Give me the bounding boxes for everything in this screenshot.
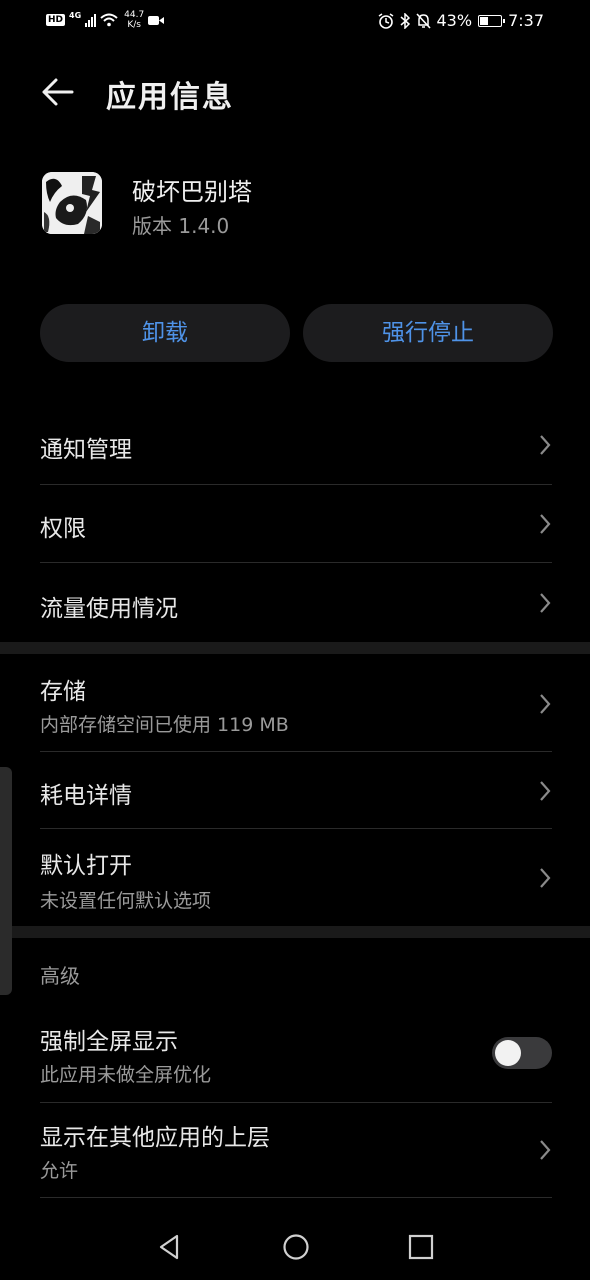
status-left: HD 4G 44.7 K/s bbox=[46, 10, 165, 30]
nav-recents-icon[interactable] bbox=[406, 1232, 436, 1262]
network-speed: 44.7 K/s bbox=[124, 10, 144, 30]
divider bbox=[40, 828, 552, 829]
navigation-bar bbox=[0, 1212, 590, 1280]
row-title: 存储 bbox=[40, 679, 86, 705]
side-scroll-handle[interactable] bbox=[0, 767, 12, 995]
row-title: 耗电详情 bbox=[40, 783, 132, 809]
row-title: 权限 bbox=[40, 516, 86, 542]
hd-badge: HD bbox=[46, 14, 66, 26]
app-bar: 应用信息 bbox=[0, 60, 590, 124]
video-icon bbox=[148, 15, 165, 25]
row-title: 流量使用情况 bbox=[40, 596, 178, 622]
mute-icon bbox=[415, 12, 431, 29]
bluetooth-icon bbox=[400, 12, 410, 29]
row-subtitle: 此应用未做全屏优化 bbox=[40, 1064, 212, 1086]
alarm-icon bbox=[378, 12, 393, 29]
status-bar: HD 4G 44.7 K/s 43% 7:37 bbox=[0, 0, 590, 44]
settings-row-force-fullscreen[interactable]: 强制全屏显示 此应用未做全屏优化 bbox=[40, 1012, 552, 1100]
wifi-icon bbox=[100, 13, 118, 27]
row-title: 显示在其他应用的上层 bbox=[40, 1125, 270, 1151]
status-right: 43% 7:37 bbox=[378, 11, 544, 30]
row-subtitle: 未设置任何默认选项 bbox=[40, 890, 212, 912]
uninstall-button[interactable]: 卸载 bbox=[40, 304, 290, 362]
battery-percent: 43% bbox=[436, 11, 473, 30]
nav-back-icon[interactable] bbox=[155, 1232, 185, 1262]
divider bbox=[40, 1102, 552, 1103]
row-subtitle: 允许 bbox=[40, 1160, 79, 1182]
chevron-right-icon bbox=[540, 1140, 551, 1160]
settings-row-display-over-apps[interactable]: 显示在其他应用的上层 允许 bbox=[40, 1108, 552, 1196]
clock: 7:37 bbox=[508, 11, 544, 30]
row-subtitle: 内部存储空间已使用 119 MB bbox=[40, 714, 289, 736]
divider bbox=[40, 1197, 552, 1198]
section-header-advanced: 高级 bbox=[40, 964, 80, 988]
fullscreen-toggle[interactable] bbox=[492, 1037, 552, 1069]
settings-row-permissions[interactable]: 权限 bbox=[40, 499, 552, 563]
speed-value: 44.7 bbox=[124, 10, 145, 20]
settings-row-data-usage[interactable]: 流量使用情况 bbox=[40, 577, 552, 641]
settings-row-battery[interactable]: 耗电详情 bbox=[40, 760, 552, 826]
settings-row-open-by-default[interactable]: 默认打开 未设置任何默认选项 bbox=[40, 836, 552, 924]
speed-unit: K/s bbox=[127, 20, 141, 30]
row-title: 通知管理 bbox=[40, 437, 132, 463]
section-separator bbox=[0, 642, 590, 654]
chevron-right-icon bbox=[540, 868, 551, 888]
app-version: 版本 1.4.0 bbox=[132, 214, 230, 238]
force-stop-button[interactable]: 强行停止 bbox=[303, 304, 553, 362]
chevron-right-icon bbox=[540, 781, 551, 801]
chevron-right-icon bbox=[540, 593, 551, 613]
app-icon bbox=[42, 172, 102, 234]
section-separator bbox=[0, 926, 590, 938]
row-title: 强制全屏显示 bbox=[40, 1029, 178, 1055]
signal-icon bbox=[85, 13, 97, 27]
divider bbox=[40, 484, 552, 485]
chevron-right-icon bbox=[540, 514, 551, 534]
chevron-right-icon bbox=[540, 435, 551, 455]
nav-home-icon[interactable] bbox=[281, 1232, 311, 1262]
battery-icon bbox=[478, 14, 506, 27]
page-title: 应用信息 bbox=[106, 80, 234, 115]
divider bbox=[40, 562, 552, 563]
row-title: 默认打开 bbox=[40, 853, 132, 879]
toggle-knob bbox=[495, 1040, 521, 1066]
settings-row-notifications[interactable]: 通知管理 bbox=[40, 420, 552, 484]
app-name: 破坏巴别塔 bbox=[132, 178, 252, 206]
divider bbox=[40, 751, 552, 752]
chevron-right-icon bbox=[540, 694, 551, 714]
back-arrow-icon[interactable] bbox=[40, 76, 76, 108]
battery-fill bbox=[480, 16, 489, 25]
network-type: 4G bbox=[69, 10, 82, 20]
settings-row-storage[interactable]: 存储 内部存储空间已使用 119 MB bbox=[40, 660, 552, 750]
